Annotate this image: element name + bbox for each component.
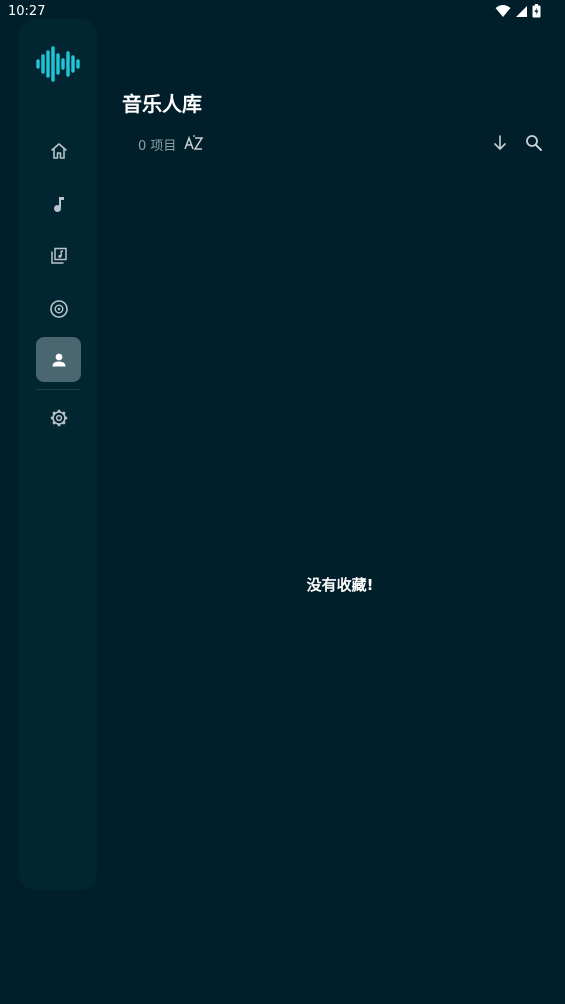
music-note-icon [53, 196, 64, 212]
waveform-logo [36, 46, 80, 82]
sort-direction-icon[interactable] [490, 133, 510, 153]
playlist-icon [50, 247, 67, 264]
home-icon [50, 142, 67, 159]
nav-divider [36, 389, 81, 390]
nav-settings[interactable] [36, 395, 81, 440]
nav-artists[interactable] [36, 337, 81, 382]
search-icon[interactable] [524, 133, 544, 153]
signal-icon [516, 5, 527, 17]
sort-az-icon[interactable] [184, 134, 204, 152]
gear-icon [50, 409, 67, 426]
album-disc-icon [49, 299, 68, 318]
nav-songs[interactable] [36, 181, 81, 226]
status-time: 10:27 [8, 4, 46, 19]
battery-icon [532, 4, 541, 18]
status-icons [495, 4, 541, 18]
nav-playlists[interactable] [36, 233, 81, 278]
empty-state-message: 没有收藏! [306, 576, 374, 594]
page-title: 音乐人库 [122, 92, 202, 116]
nav-albums[interactable] [36, 286, 81, 331]
wifi-icon [495, 5, 511, 17]
nav-home[interactable] [36, 128, 81, 173]
item-count: 0 项目 [138, 139, 177, 154]
person-icon [52, 353, 65, 366]
